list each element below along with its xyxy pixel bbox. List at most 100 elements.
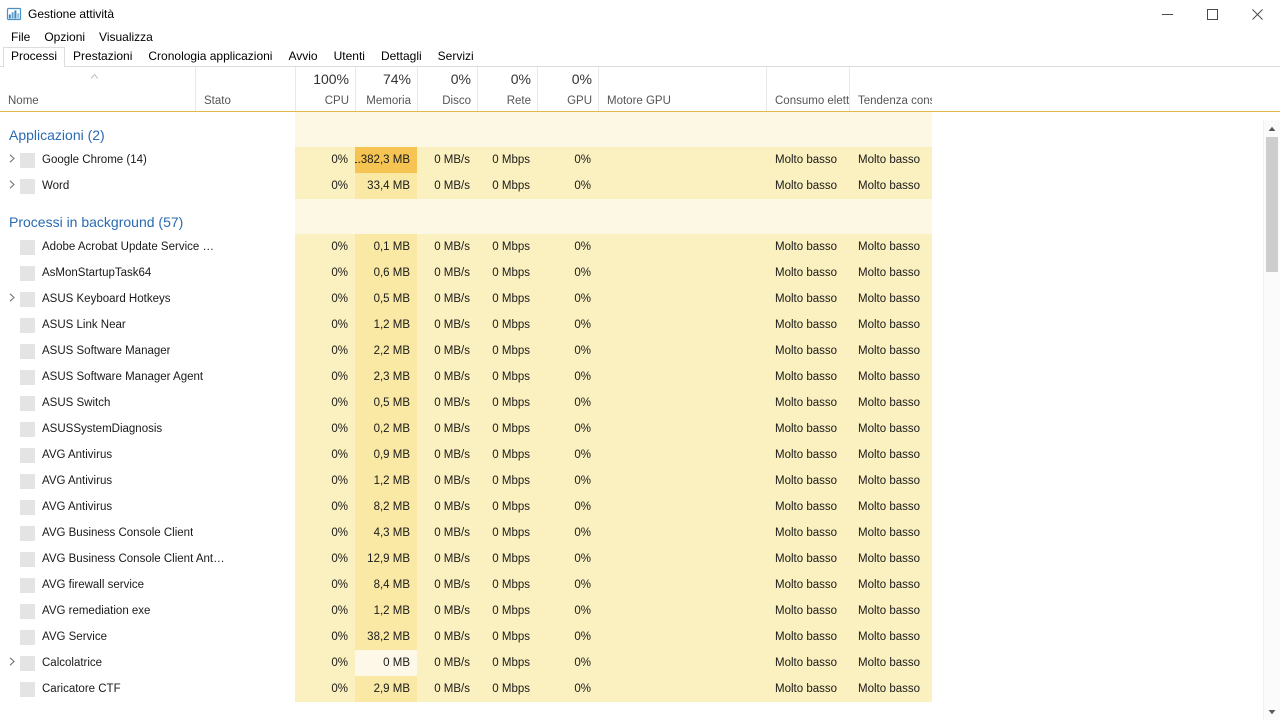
process-name: Adobe Acrobat Update Service …	[42, 241, 214, 253]
cell-mgpu	[598, 520, 766, 546]
section-header-row[interactable]: Applicazioni (2)	[0, 112, 1280, 147]
scrollbar-track[interactable]	[1264, 272, 1280, 703]
column-header-mgpu[interactable]: Motore GPU	[598, 67, 766, 111]
process-name: AVG Business Console Client	[42, 527, 194, 539]
cell-rete: 0 Mbps	[477, 364, 537, 390]
process-name: ASUS Link Near	[42, 319, 126, 331]
cell-trend: Molto basso	[849, 147, 932, 173]
tab-processi[interactable]: Processi	[3, 47, 66, 68]
column-header-name[interactable]: Nome	[0, 67, 195, 111]
table-row[interactable]: 0% 0,9 MB 0 MB/s 0 Mbps 0% Molto basso Molto b…	[0, 442, 1280, 468]
table-row[interactable]: 0% 2,2 MB 0 MB/s 0 Mbps 0% Molto basso Molto b…	[0, 338, 1280, 364]
table-row[interactable]: 0% 1,2 MB 0 MB/s 0 Mbps 0% Molto basso Molto b…	[0, 468, 1280, 494]
table-row[interactable]: 0% 0,6 MB 0 MB/s 0 Mbps 0% Molto basso Molto b…	[0, 260, 1280, 286]
tab-cronologia-applicazioni[interactable]: Cronologia applicazioni	[140, 47, 280, 67]
process-icon	[20, 343, 35, 359]
cell-mem: 1,2 MB	[355, 598, 417, 624]
close-icon	[1252, 8, 1263, 20]
column-label-cpu: CPU	[324, 95, 349, 107]
scroll-up-arrow-icon[interactable]	[1264, 120, 1280, 137]
cell-gpu: 0%	[537, 364, 598, 390]
cell-mgpu	[598, 260, 766, 286]
table-row[interactable]: 0% 1,2 MB 0 MB/s 0 Mbps 0% Molto basso Molto b…	[0, 598, 1280, 624]
column-header-cpu[interactable]: 100% CPU	[295, 67, 355, 111]
menu-item-opzioni[interactable]: Opzioni	[37, 28, 92, 46]
table-row[interactable]: 0% 0,5 MB 0 MB/s 0 Mbps 0% Molto basso Molto b…	[0, 390, 1280, 416]
table-row[interactable]: 0% 4,3 MB 0 MB/s 0 Mbps 0% Molto basso Molto b…	[0, 520, 1280, 546]
cell-cpu: 0%	[295, 650, 355, 676]
maximize-button[interactable]	[1190, 0, 1235, 28]
table-row[interactable]: 0% 12,9 MB 0 MB/s 0 Mbps 0% Molto basso Molto …	[0, 546, 1280, 572]
cell-gpu: 0%	[537, 390, 598, 416]
column-header-mem[interactable]: 74% Memoria	[355, 67, 417, 111]
cell-mem: 2,2 MB	[355, 338, 417, 364]
section-header-row[interactable]: Processi in background (57)	[0, 199, 1280, 234]
minimize-button[interactable]	[1145, 0, 1190, 28]
cell-disco: 0 MB/s	[417, 312, 477, 338]
cell-cpu: 0%	[295, 520, 355, 546]
cell-stato	[195, 147, 295, 173]
process-icon	[20, 317, 35, 333]
table-row[interactable]: 0% 0,1 MB 0 MB/s 0 Mbps 0% Molto basso Molto b…	[0, 234, 1280, 260]
cell-cpu: 0%	[295, 234, 355, 260]
cell-rete: 0 Mbps	[477, 234, 537, 260]
table-row[interactable]: 0% 2,3 MB 0 MB/s 0 Mbps 0% Molto basso Molto b…	[0, 364, 1280, 390]
tab-dettagli[interactable]: Dettagli	[373, 47, 430, 67]
cell-gpu: 0%	[537, 572, 598, 598]
column-header-stato[interactable]: Stato	[195, 67, 295, 111]
vertical-scrollbar[interactable]	[1263, 120, 1280, 720]
process-table: Applicazioni (2) 0% 1.382,3 MB 0 MB/s 0 Mbps…	[0, 112, 1280, 717]
cell-mgpu	[598, 650, 766, 676]
cell-trend: Molto basso	[849, 416, 932, 442]
column-header-gpu[interactable]: 0% GPU	[537, 67, 598, 111]
cell-cpu: 0%	[295, 147, 355, 173]
cell-mem: 2,9 MB	[355, 676, 417, 702]
section-tint-trend	[849, 112, 932, 147]
tab-servizi[interactable]: Servizi	[430, 47, 482, 67]
cell-disco: 0 MB/s	[417, 676, 477, 702]
column-header-trend[interactable]: Tendenza cons…	[849, 67, 932, 111]
cell-gpu: 0%	[537, 650, 598, 676]
table-row[interactable]: 0% 38,2 MB 0 MB/s 0 Mbps 0% Molto basso Molto …	[0, 624, 1280, 650]
table-row[interactable]: 0% 1,2 MB 0 MB/s 0 Mbps 0% Molto basso Molto b…	[0, 312, 1280, 338]
table-row[interactable]: 0% 2,9 MB 0 MB/s 0 Mbps 0% Molto basso Molto b…	[0, 676, 1280, 702]
cell-cpu: 0%	[295, 494, 355, 520]
cell-trend: Molto basso	[849, 312, 932, 338]
cell-trend: Molto basso	[849, 286, 932, 312]
table-row[interactable]: 0% 8,4 MB 0 MB/s 0 Mbps 0% Molto basso Molto b…	[0, 572, 1280, 598]
tab-utenti[interactable]: Utenti	[326, 47, 373, 67]
cell-stato	[195, 286, 295, 312]
expand-chevron-icon[interactable]	[4, 180, 20, 192]
table-row[interactable]: 0% 1.382,3 MB 0 MB/s 0 Mbps 0% Molto basso Mol…	[0, 147, 1280, 173]
menu-item-visualizza[interactable]: Visualizza	[92, 28, 160, 46]
cell-gpu: 0%	[537, 468, 598, 494]
column-header-disco[interactable]: 0% Disco	[417, 67, 477, 111]
close-button[interactable]	[1235, 0, 1280, 28]
cell-stato	[195, 624, 295, 650]
column-usage-rete: 0%	[510, 71, 531, 87]
cell-rete: 0 Mbps	[477, 442, 537, 468]
table-row[interactable]: 0% 0,2 MB 0 MB/s 0 Mbps 0% Molto basso Molto b…	[0, 416, 1280, 442]
tab-prestazioni[interactable]: Prestazioni	[65, 47, 140, 67]
section-title: Processi in background (57)	[9, 214, 184, 230]
scroll-down-arrow-icon[interactable]	[1264, 703, 1280, 720]
table-row[interactable]: 0% 8,2 MB 0 MB/s 0 Mbps 0% Molto basso Molto b…	[0, 494, 1280, 520]
expand-chevron-icon[interactable]	[4, 657, 20, 669]
expand-chevron-icon[interactable]	[4, 154, 20, 166]
expand-chevron-icon[interactable]	[4, 293, 20, 305]
scrollbar-thumb[interactable]	[1266, 137, 1278, 272]
process-icon	[20, 525, 35, 541]
menu-item-file[interactable]: File	[4, 28, 37, 46]
cell-mgpu	[598, 390, 766, 416]
cell-mgpu	[598, 676, 766, 702]
cell-cpu: 0%	[295, 416, 355, 442]
column-header-rete[interactable]: 0% Rete	[477, 67, 537, 111]
table-row[interactable]: 0% 33,4 MB 0 MB/s 0 Mbps 0% Molto basso Molto …	[0, 173, 1280, 199]
process-name: Google Chrome (14)	[42, 154, 147, 166]
column-header-pwr[interactable]: Consumo elett…	[766, 67, 849, 111]
table-row[interactable]: 0% 0 MB 0 MB/s 0 Mbps 0% Molto basso Molto bas…	[0, 650, 1280, 676]
cell-pwr: Molto basso	[766, 286, 849, 312]
tab-avvio[interactable]: Avvio	[280, 47, 325, 67]
maximize-icon	[1207, 8, 1218, 20]
table-row[interactable]: 0% 0,5 MB 0 MB/s 0 Mbps 0% Molto basso Molto b…	[0, 286, 1280, 312]
